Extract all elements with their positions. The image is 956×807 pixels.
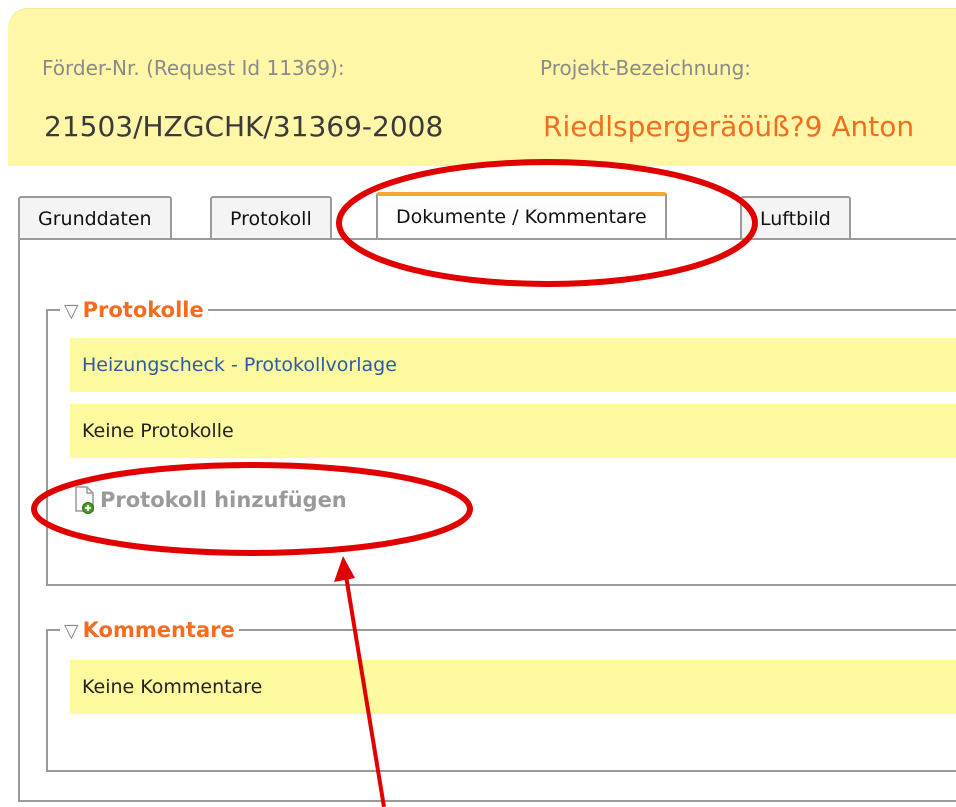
projekt-bezeichnung-value: Riedlspergeräöüß?9 Anton [543, 110, 915, 143]
add-document-icon [74, 486, 96, 514]
kommentare-title: Kommentare [82, 618, 235, 642]
collapse-triangle-icon[interactable]: ▽ [64, 300, 79, 322]
keine-kommentare-text: Keine Kommentare [70, 660, 956, 714]
projekt-bezeichnung-label: Projekt-Bezeichnung: [540, 56, 752, 80]
foerder-nr-value: 21503/HZGCHK/31369-2008 [44, 110, 444, 143]
tab-luftbild[interactable]: Luftbild [740, 196, 851, 240]
collapse-triangle-icon[interactable]: ▽ [64, 620, 79, 642]
protokoll-hinzufuegen-label: Protokoll hinzufügen [100, 488, 347, 512]
protokolle-title: Protokolle [82, 298, 204, 322]
keine-protokolle-text: Keine Protokolle [70, 404, 956, 458]
request-header: Förder-Nr. (Request Id 11369): Projekt-B… [8, 8, 956, 166]
tab-dokumente-kommentare[interactable]: Dokumente / Kommentare [376, 192, 667, 240]
tab-grunddaten[interactable]: Grunddaten [18, 196, 172, 240]
protokolle-legend[interactable]: ▽ Protokolle [60, 298, 208, 322]
tab-protokoll[interactable]: Protokoll [210, 196, 332, 240]
protokollvorlage-link[interactable]: Heizungscheck - Protokollvorlage [70, 338, 956, 392]
kommentare-legend[interactable]: ▽ Kommentare [60, 618, 239, 642]
foerder-nr-label: Förder-Nr. (Request Id 11369): [42, 56, 345, 80]
protokoll-hinzufuegen-button[interactable]: Protokoll hinzufügen [74, 486, 347, 514]
